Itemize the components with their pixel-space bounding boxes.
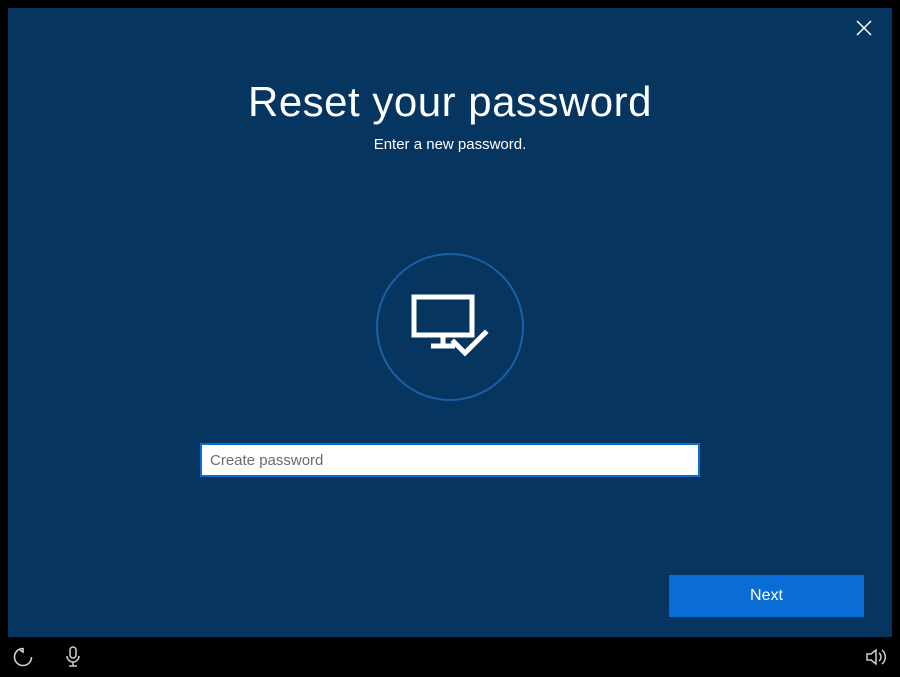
reset-password-window: Reset your password Enter a new password… (8, 8, 892, 637)
microphone-button[interactable] (62, 646, 84, 668)
close-icon (856, 20, 872, 36)
titlebar (8, 8, 892, 48)
close-button[interactable] (852, 16, 876, 40)
volume-button[interactable] (866, 646, 888, 668)
microphone-icon (64, 646, 82, 668)
create-password-input[interactable] (200, 443, 700, 477)
monitor-check-icon (411, 294, 489, 360)
volume-icon (866, 647, 888, 667)
ease-of-access-icon (13, 647, 33, 667)
taskbar (0, 637, 900, 677)
taskbar-left (12, 646, 84, 668)
ease-of-access-button[interactable] (12, 646, 34, 668)
next-button[interactable]: Next (669, 575, 864, 617)
hero-icon-circle (376, 253, 524, 401)
page-subtitle: Enter a new password. (374, 136, 527, 153)
content-area: Reset your password Enter a new password… (8, 48, 892, 637)
taskbar-right (866, 646, 888, 668)
page-title: Reset your password (248, 78, 652, 126)
